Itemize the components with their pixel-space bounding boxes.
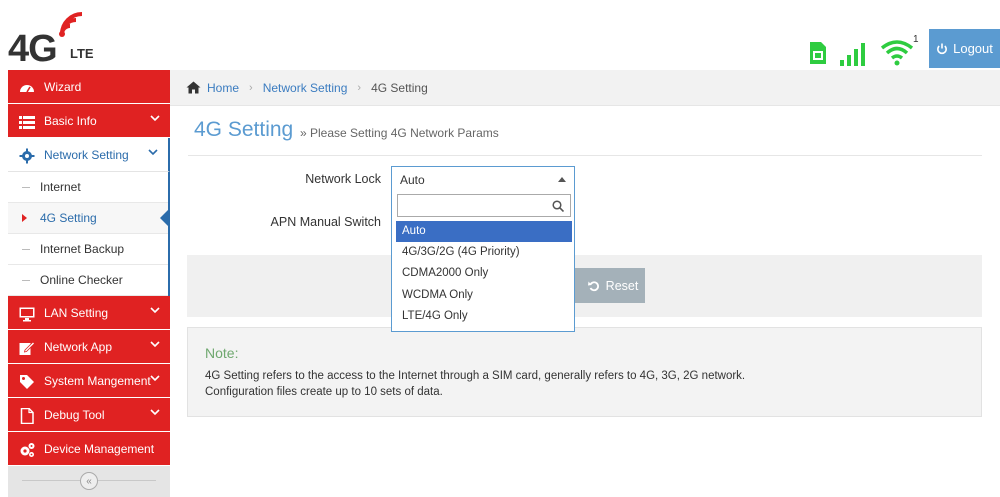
sidebar-item-wizard[interactable]: Wizard: [8, 70, 170, 104]
dropdown-option-lte-4g[interactable]: LTE/4G Only: [396, 306, 572, 327]
top-header: 4G LTE 1 Logout: [0, 0, 1000, 70]
dropdown-option-auto[interactable]: Auto: [396, 221, 572, 242]
tag-icon: [20, 375, 34, 389]
sidebar-item-network-app[interactable]: Network App: [8, 330, 170, 364]
note-title: Note:: [205, 345, 239, 361]
sidebar-subitem-4g-setting[interactable]: 4G Setting: [8, 203, 170, 234]
sidebar-item-label: Device Management: [44, 441, 155, 456]
signal-bars-icon: [840, 43, 865, 66]
logo-4g-text: 4G: [8, 28, 58, 70]
undo-icon: [587, 280, 599, 291]
brand-logo: 4G LTE: [8, 8, 98, 70]
network-lock-select[interactable]: Auto: [391, 166, 575, 191]
sidebar-subitem-label: Online Checker: [40, 273, 123, 287]
sidebar-subitem-online-checker[interactable]: Online Checker: [8, 265, 168, 296]
chevron-down-icon: [150, 307, 160, 314]
divider: [188, 155, 982, 156]
network-lock-dropdown: Auto 4G/3G/2G (4G Priority) CDMA2000 Onl…: [391, 190, 575, 332]
wifi-icon: [880, 40, 914, 66]
chevron-right-icon: ›: [249, 81, 253, 94]
sidebar-collapse-row: «: [8, 466, 170, 496]
sidebar-item-label: Debug Tool: [44, 407, 105, 422]
home-icon[interactable]: [186, 81, 201, 94]
monitor-icon: [19, 307, 35, 322]
reset-label: Reset: [605, 278, 639, 293]
page-subtitle: » Please Setting 4G Network Params: [300, 126, 499, 140]
dropdown-option-wcdma[interactable]: WCDMA Only: [396, 285, 572, 306]
sidebar-collapse-button[interactable]: «: [80, 472, 98, 490]
chevron-down-icon: [150, 409, 160, 416]
tree-dash: [22, 187, 30, 188]
sidebar-item-label: LAN Setting: [44, 305, 109, 320]
sidebar-item-debug-tool[interactable]: Debug Tool: [8, 398, 170, 432]
chevron-down-icon: [150, 341, 160, 348]
network-setting-submenu: Internet 4G Setting Internet Backup Onli…: [8, 172, 170, 296]
sidebar-item-network-setting[interactable]: Network Setting: [8, 138, 170, 172]
tree-dash: [22, 249, 30, 250]
sidebar-subitem-internet[interactable]: Internet: [8, 172, 168, 203]
logout-button[interactable]: Logout: [929, 29, 1000, 68]
page-title: 4G Setting: [194, 118, 294, 141]
reset-button[interactable]: Reset: [573, 268, 645, 303]
sidebar-subitem-label: Internet: [40, 180, 81, 194]
gears-icon: [20, 443, 35, 457]
gear-icon: [19, 148, 35, 164]
sidebar: Wizard Basic Info Network Setting Intern…: [8, 70, 170, 497]
sidebar-item-device-management[interactable]: Device Management: [8, 432, 170, 466]
sidebar-item-lan-setting[interactable]: LAN Setting: [8, 296, 170, 330]
sidebar-item-label: Network App: [44, 339, 113, 354]
sidebar-item-label: Network Setting: [44, 147, 129, 162]
dropdown-search-input[interactable]: [397, 194, 571, 217]
dashboard-icon: [20, 85, 34, 93]
breadcrumb-home-link[interactable]: Home: [207, 81, 239, 95]
tree-dash: [22, 280, 30, 281]
power-icon: [937, 43, 948, 54]
sim-card-icon: [810, 42, 826, 64]
note-text-line: 4G Setting refers to the access to the I…: [205, 370, 746, 382]
file-icon: [20, 408, 34, 424]
edit-icon: [19, 341, 35, 355]
sidebar-subitem-label: Internet Backup: [40, 242, 125, 256]
note-text-line: Configuration files create up to 10 sets…: [205, 386, 443, 398]
signal-waves-icon: [59, 12, 83, 37]
breadcrumb-current: 4G Setting: [371, 80, 428, 95]
wifi-status: 1: [880, 34, 920, 66]
sidebar-item-label: Basic Info: [44, 113, 97, 128]
list-icon: [19, 116, 35, 129]
chevron-right-icon: ›: [357, 81, 362, 94]
network-lock-value: Auto: [400, 173, 425, 187]
sidebar-item-label: Wizard: [44, 79, 82, 94]
sidebar-subitem-label: 4G Setting: [40, 211, 97, 225]
chevron-down-icon: [150, 375, 160, 382]
caret-up-icon: [558, 177, 566, 182]
dropdown-option-4g-3g-2g[interactable]: 4G/3G/2G (4G Priority): [396, 242, 572, 263]
active-arrow-icon: [22, 214, 27, 222]
dropdown-option-cdma2000[interactable]: CDMA2000 Only: [396, 263, 572, 284]
note-panel: Note: 4G Setting refers to the access to…: [187, 327, 982, 417]
wifi-client-count: 1: [913, 34, 919, 45]
search-icon: [552, 200, 564, 212]
apn-manual-switch-label: APN Manual Switch: [270, 215, 381, 229]
active-notch: [160, 208, 170, 228]
breadcrumb-section-link[interactable]: Network Setting: [263, 81, 348, 95]
chevron-down-icon: [148, 149, 158, 156]
logout-label: Logout: [953, 41, 993, 56]
sidebar-item-label: System Mangement: [44, 373, 151, 388]
sidebar-subitem-internet-backup[interactable]: Internet Backup: [8, 234, 168, 265]
breadcrumb: Home › Network Setting › 4G Setting: [170, 70, 1000, 106]
sidebar-item-basic-info[interactable]: Basic Info: [8, 104, 170, 138]
status-icons: 1: [808, 34, 920, 66]
sidebar-item-system-mangement[interactable]: System Mangement: [8, 364, 170, 398]
network-lock-label: Network Lock: [305, 172, 381, 186]
logo-lte-text: LTE: [70, 46, 94, 61]
chevron-down-icon: [150, 115, 160, 122]
